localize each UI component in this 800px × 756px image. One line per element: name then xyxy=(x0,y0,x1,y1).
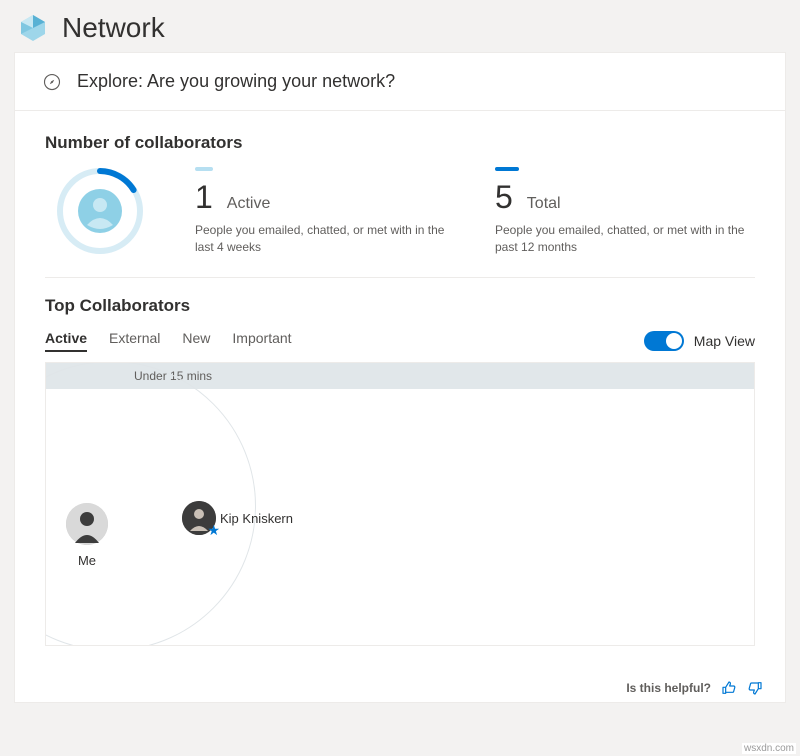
ring-label: Under 15 mins xyxy=(134,369,212,383)
attribution: wsxdn.com xyxy=(742,743,796,754)
stat-active-bar xyxy=(195,167,213,171)
tab-external[interactable]: External xyxy=(109,330,160,352)
explore-row[interactable]: Explore: Are you growing your network? xyxy=(15,53,785,111)
stat-total-desc: People you emailed, chatted, or met with… xyxy=(495,222,745,256)
stats-row: 1 Active People you emailed, chatted, or… xyxy=(45,153,755,259)
stat-total-value: 5 xyxy=(495,179,513,216)
person-kip[interactable]: ★ xyxy=(182,501,216,535)
map-view-control: Map View xyxy=(644,331,755,351)
tab-active[interactable]: Active xyxy=(45,330,87,352)
stat-active-label: Active xyxy=(227,195,271,213)
tab-important[interactable]: Important xyxy=(232,330,291,352)
map-view-toggle[interactable] xyxy=(644,331,684,351)
stat-active: 1 Active People you emailed, chatted, or… xyxy=(195,163,455,256)
tab-new[interactable]: New xyxy=(182,330,210,352)
stat-total-label: Total xyxy=(527,195,561,213)
stat-active-desc: People you emailed, chatted, or met with… xyxy=(195,222,445,256)
map-view-label: Map View xyxy=(694,333,755,349)
me-label: Me xyxy=(78,553,96,568)
thumbs-up-icon[interactable] xyxy=(721,680,737,696)
page-header: Network xyxy=(0,0,800,52)
tabs-row: Active External New Important Map View xyxy=(45,330,755,352)
collab-tabs: Active External New Important xyxy=(45,330,292,352)
page-title: Network xyxy=(62,12,165,44)
network-logo-icon xyxy=(18,13,48,43)
top-collaborators-title: Top Collaborators xyxy=(45,296,755,316)
feedback-row: Is this helpful? xyxy=(15,668,785,702)
thumbs-down-icon[interactable] xyxy=(747,680,763,696)
favorite-star-icon: ★ xyxy=(207,522,220,539)
top-collaborators-section: Top Collaborators Active External New Im… xyxy=(15,278,785,668)
stat-total-bar xyxy=(495,167,519,171)
explore-text: Explore: Are you growing your network? xyxy=(77,71,395,92)
compass-icon xyxy=(43,73,61,91)
collaborator-map: Under 15 mins Me ★ Kip Kniskern xyxy=(45,362,755,646)
person-me[interactable]: Me xyxy=(66,503,108,568)
feedback-prompt: Is this helpful? xyxy=(626,681,711,695)
person-kip-label: Kip Kniskern xyxy=(220,511,293,526)
main-card: Explore: Are you growing your network? N… xyxy=(14,52,786,703)
stat-total: 5 Total People you emailed, chatted, or … xyxy=(495,163,755,256)
avatar-kip: ★ xyxy=(182,501,216,535)
avatar-me xyxy=(66,503,108,545)
collab-count-title: Number of collaborators xyxy=(45,133,755,153)
stat-active-value: 1 xyxy=(195,179,213,216)
progress-ring xyxy=(45,163,155,259)
collab-count-section: Number of collaborators 1 Active People … xyxy=(15,111,785,259)
